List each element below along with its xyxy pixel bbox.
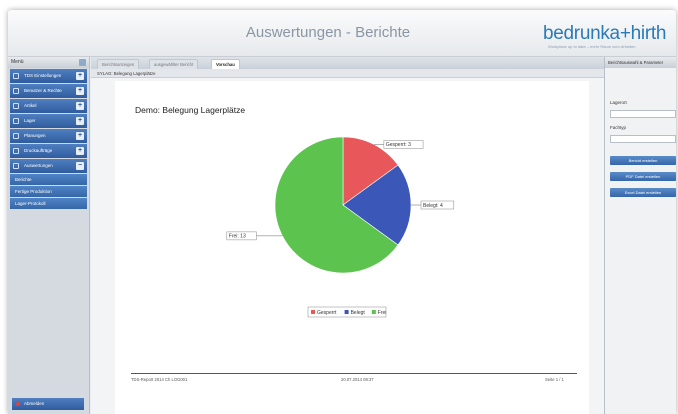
legend-label: Gesperrt — [317, 310, 337, 316]
sidebar-item-warehouse[interactable]: Lager + — [10, 114, 87, 128]
collapse-icon[interactable] — [79, 59, 86, 66]
report-name-bar: SYLAG: Belegung Lagerplätze — [91, 69, 604, 78]
bin-type-field[interactable] — [610, 135, 676, 143]
sidebar-item-label: TDS Einstellungen — [24, 73, 62, 78]
logout-label: Abmelden — [24, 401, 45, 406]
expand-icon[interactable]: + — [76, 87, 84, 95]
sidebar-item-label: Auswertungen — [24, 163, 53, 168]
expand-icon[interactable]: + — [76, 147, 84, 155]
report-page: Demo: Belegung Lagerplätze Gesperrt: 3 Be… — [115, 81, 589, 414]
sidebar-title-label: Menü — [11, 59, 24, 65]
expand-icon[interactable]: + — [76, 72, 84, 80]
slice-label: Gesperrt: 3 — [386, 142, 411, 148]
logout-button[interactable]: Abmelden — [12, 398, 84, 410]
sidebar-item-label: Planungen — [24, 133, 46, 138]
users-icon — [13, 88, 19, 94]
panel-title: Berichtsauswahl & Parameter — [605, 57, 676, 68]
slice-label: Belegt: 4 — [423, 203, 443, 209]
chart-icon — [13, 163, 19, 169]
expand-icon[interactable]: + — [76, 102, 84, 110]
tab-bar: Berichtsanzeigen ausgewählter Bericht Vo… — [91, 57, 604, 69]
legend-swatch — [344, 310, 349, 314]
logo-plus: + — [619, 23, 631, 44]
sidebar-subitem-reports[interactable]: Berichte — [10, 174, 87, 185]
sidebar-item-label: Benutzer & Rechte — [24, 88, 62, 93]
collapse-section-icon[interactable]: − — [76, 162, 84, 170]
pie-chart: Gesperrt: 3 Belegt: 4 Frei: 13 Gesperrt Bel… — [226, 136, 455, 318]
bin-type-label: Fachtyp — [610, 125, 627, 130]
create-excel-button[interactable]: Excel Datei erstellen — [610, 188, 676, 197]
location-label: Lagerort — [610, 100, 627, 105]
parameter-panel: Berichtsauswahl & Parameter Lagerort Fac… — [604, 57, 676, 414]
sidebar-title: Menü — [8, 57, 89, 68]
legend-swatch — [311, 310, 315, 314]
app-window: Auswertungen - Berichte bedrunka+hirth W… — [8, 10, 676, 414]
location-field[interactable] — [610, 110, 676, 118]
sidebar-item-users[interactable]: Benutzer & Rechte + — [10, 84, 87, 98]
tab-preview[interactable]: Vorschau — [211, 59, 240, 69]
sidebar-item-articles[interactable]: Artikel + — [10, 99, 87, 113]
create-report-button[interactable]: Bericht erstellen — [610, 156, 676, 165]
printer-icon — [13, 148, 19, 154]
slice-label: Frei: 13 — [229, 234, 246, 240]
main-content: Berichtsanzeigen ausgewählter Bericht Vo… — [91, 57, 604, 414]
sidebar-item-print-jobs[interactable]: Druckaufträge + — [10, 144, 87, 158]
footer-divider — [131, 373, 577, 374]
sidebar-item-evaluations[interactable]: Auswertungen − — [10, 159, 87, 173]
sidebar-item-label: Druckaufträge — [24, 148, 53, 153]
logout-icon — [16, 402, 20, 406]
sidebar-subitem-warehouse-log[interactable]: Lager-Protokoll — [10, 198, 87, 209]
legend-swatch — [371, 310, 376, 314]
sidebar: Menü TDS Einstellungen + Benutzer & Recht… — [8, 57, 90, 414]
sidebar-item-label: Lager — [24, 118, 36, 123]
expand-icon[interactable]: + — [76, 117, 84, 125]
tab-report-list[interactable]: Berichtsanzeigen — [97, 59, 140, 69]
expand-icon[interactable]: + — [76, 132, 84, 140]
create-pdf-button[interactable]: PDF Datei erstellen — [610, 172, 676, 181]
sidebar-subitem-finished-production[interactable]: Fertige Produktion — [10, 186, 87, 197]
footer-page-number: Seite 1 / 1 — [545, 377, 564, 382]
sidebar-item-planning[interactable]: Planungen + — [10, 129, 87, 143]
footer-timestamp: 20.07.2014 08:37 — [341, 377, 374, 382]
box-icon — [13, 103, 19, 109]
tab-selected-report[interactable]: ausgewählter Bericht — [149, 59, 199, 69]
header-bar: Auswertungen - Berichte bedrunka+hirth W… — [8, 10, 676, 57]
logo-tagline: Workplace up to date – mehr Raum zum Arb… — [548, 44, 636, 49]
calendar-icon — [13, 133, 19, 139]
brand-logo: bedrunka+hirth — [543, 23, 666, 45]
sidebar-item-label: Artikel — [24, 103, 37, 108]
legend-label: Frei — [378, 310, 387, 316]
logo-text: bedrunka — [543, 23, 620, 44]
warehouse-icon — [13, 118, 19, 124]
page-title: Auswertungen - Berichte — [245, 24, 411, 41]
sidebar-item-tds-settings[interactable]: TDS Einstellungen + — [10, 69, 87, 83]
footer-report-id: TDS-Report 2014 Ch LOG001 — [131, 377, 188, 382]
logo-text-2: hirth — [630, 23, 667, 44]
tool-icon — [13, 73, 19, 79]
legend-label: Belegt — [351, 310, 366, 316]
